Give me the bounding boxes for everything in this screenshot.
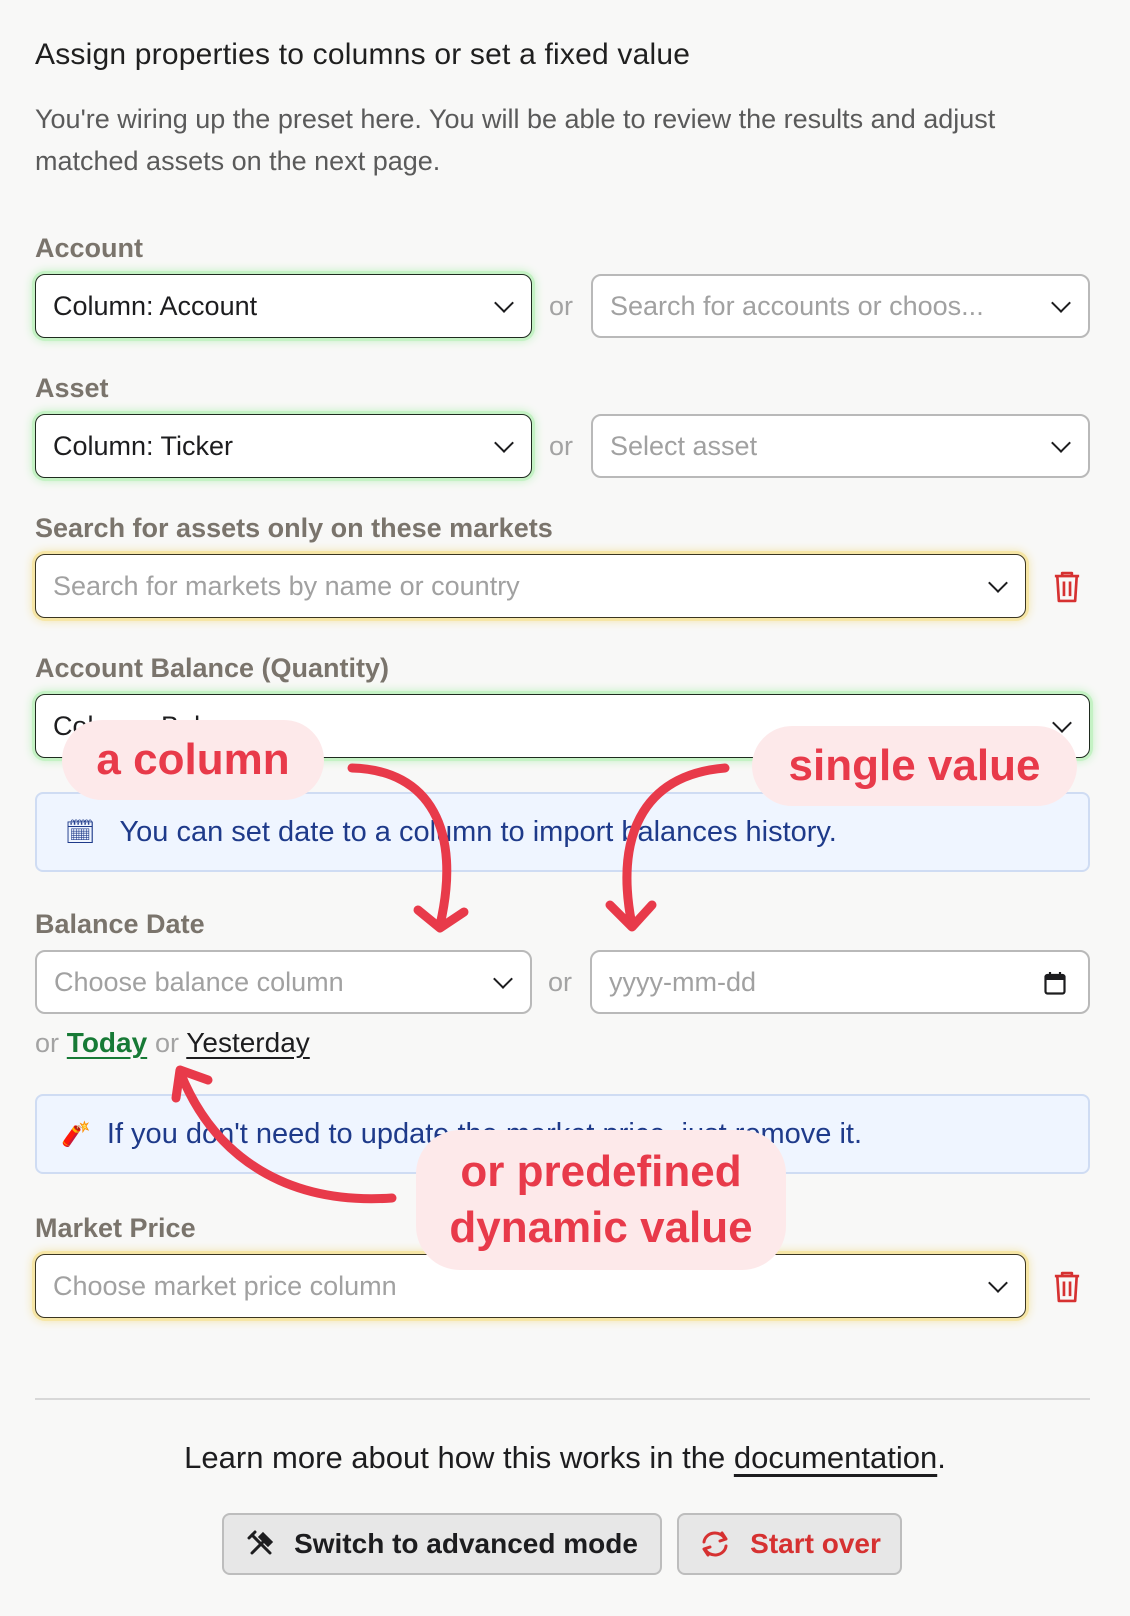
annotation-single-value: single value [752,726,1077,806]
start-over-button[interactable]: Start over [677,1513,902,1575]
chevron-down-icon [988,1273,1008,1293]
account-fixed-select[interactable]: Search for accounts or choos... [591,274,1090,338]
asset-fixed-placeholder: Select asset [610,430,758,461]
divider [35,1398,1090,1400]
dynamite-icon: 🧨 [61,1120,91,1148]
trash-icon[interactable] [1052,1270,1082,1304]
chevron-down-icon [494,293,514,313]
or-separator: or [154,1028,179,1058]
start-over-label: Start over [750,1528,881,1559]
or-separator: or [35,1028,60,1058]
trash-icon[interactable] [1052,570,1082,604]
calendar-picker-icon[interactable] [1044,971,1066,995]
calendar-icon: 🗓 [65,818,96,846]
or-separator: or [549,431,574,461]
documentation-link[interactable]: documentation [734,1440,937,1475]
learn-more-suffix: . [937,1440,946,1475]
chevron-down-icon [493,969,513,989]
account-column-select[interactable]: Column: Account [35,274,532,338]
chevron-down-icon [1051,293,1071,313]
arrowhead-a-column [413,905,469,933]
chevron-down-icon [988,573,1008,593]
account-fixed-placeholder: Search for accounts or choos... [610,290,984,321]
info-date-text: You can set date to a column to import b… [119,815,837,848]
annotation-a-column: a column [62,720,324,800]
advanced-mode-button[interactable]: Switch to advanced mode [222,1513,662,1575]
asset-label: Asset [35,373,109,403]
balance-label: Account Balance (Quantity) [35,653,390,683]
learn-more-prefix: Learn more about how this works in the [184,1440,734,1475]
chevron-down-icon [1051,433,1071,453]
balance-date-label: Balance Date [35,909,205,939]
annotation-predefined-line1: or predefined [460,1147,742,1196]
market-price-placeholder: Choose market price column [53,1270,397,1301]
markets-select[interactable]: Search for markets by name or country [35,554,1026,618]
today-link[interactable]: Today [67,1027,147,1058]
refresh-icon [702,1531,728,1557]
asset-column-value: Column: Ticker [53,430,234,461]
advanced-mode-label: Switch to advanced mode [294,1528,638,1559]
page-title: Assign properties to columns or set a fi… [35,38,691,71]
asset-column-select[interactable]: Column: Ticker [35,414,532,478]
chevron-down-icon [494,433,514,453]
arrowhead-single-value [605,900,657,932]
tools-icon [247,1530,274,1555]
or-separator: or [548,967,573,997]
balance-date-input[interactable]: yyyy-mm-dd [590,950,1090,1014]
or-separator: or [549,291,574,321]
annotation-predefined: or predefined dynamic value [416,1130,786,1270]
markets-placeholder: Search for markets by name or country [53,570,520,601]
asset-fixed-select[interactable]: Select asset [591,414,1090,478]
balance-date-placeholder: yyyy-mm-dd [609,966,756,997]
account-column-value: Column: Account [53,290,258,321]
market-price-label: Market Price [35,1213,196,1243]
quick-date-options: or Today or Yesterday [35,1027,310,1059]
balance-date-column-select[interactable]: Choose balance column [35,950,532,1014]
learn-more-text: Learn more about how this works in the d… [0,1440,1130,1476]
annotation-predefined-line2: dynamic value [449,1203,753,1252]
page-intro: You're wiring up the preset here. You wi… [35,104,996,176]
markets-label: Search for assets only on these markets [35,513,553,543]
account-label: Account [35,233,143,263]
balance-date-column-placeholder: Choose balance column [54,966,344,997]
yesterday-link[interactable]: Yesterday [186,1027,310,1058]
